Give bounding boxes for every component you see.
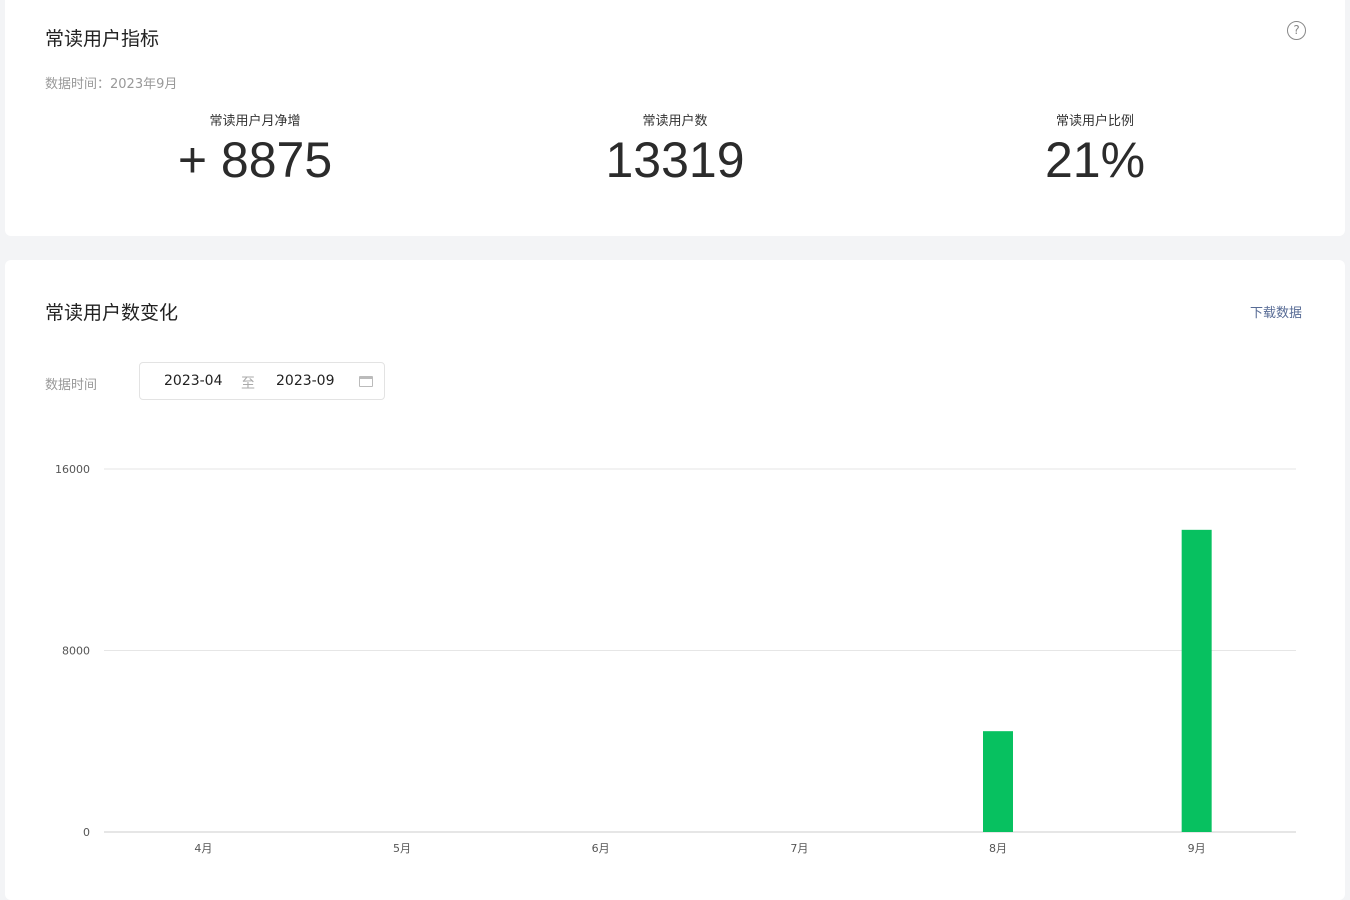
x-tick-label: 7月: [790, 842, 808, 855]
bar-chart: 0 8000 16000 4月 5月 6月 7月 8月 9月: [55, 463, 1296, 855]
bar: [983, 731, 1013, 832]
bar: [1181, 529, 1212, 832]
x-tick-label: 9月: [1188, 842, 1206, 855]
x-tick-label: 5月: [393, 842, 411, 855]
x-tick-label: 6月: [592, 842, 610, 855]
y-tick-label: 0: [83, 826, 90, 839]
y-tick-label: 8000: [62, 645, 90, 658]
x-tick-label: 4月: [194, 842, 212, 855]
x-tick-label: 8月: [989, 842, 1007, 855]
y-tick-label: 16000: [55, 463, 90, 476]
